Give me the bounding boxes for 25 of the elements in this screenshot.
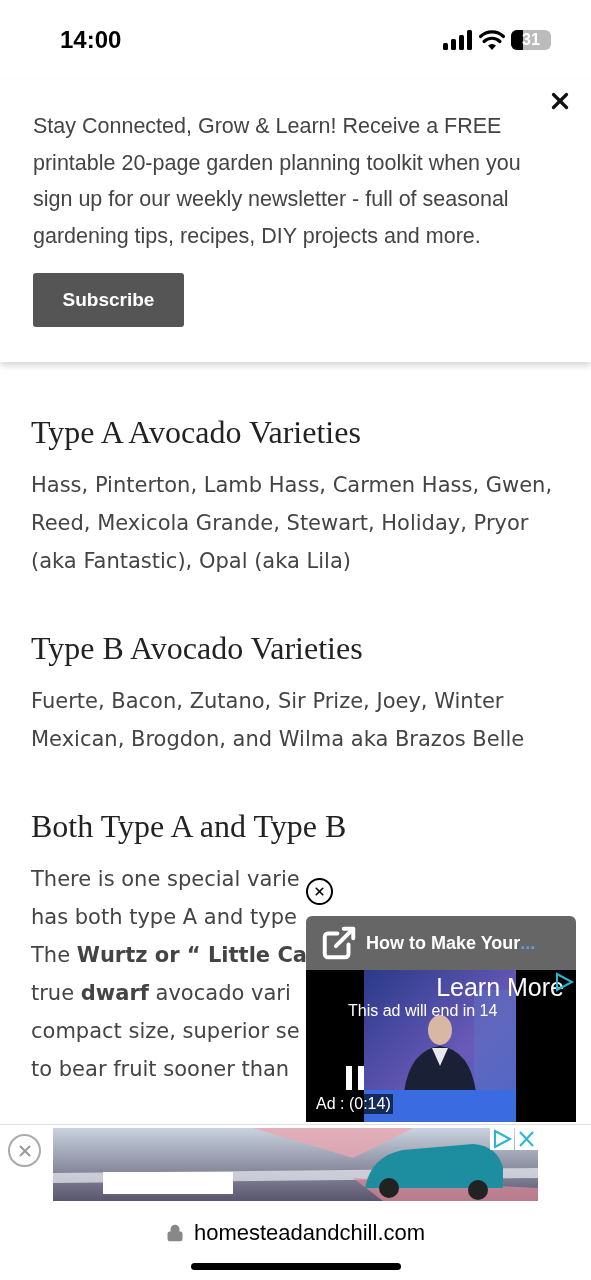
body-paragraph: Hass, Pinterton, Lamb Hass, Carmen Hass, Gwen, Reed, Mexicola Grande, Stewart, Holiday, Pryor (aka Fantastic), Opal (aka Lila) xyxy=(31,472,554,575)
paragraph-line: compact size, superior se xyxy=(31,1018,300,1045)
paragraph-line: true dwarf avocado vari xyxy=(31,980,291,1007)
paragraph-line: The Wurtz or “ Little Ca xyxy=(31,942,307,969)
section-heading: Both Type A and Type B xyxy=(31,807,348,846)
ad-timer: Ad : (0:14) xyxy=(314,1094,393,1114)
paragraph-line: has both type A and type xyxy=(31,904,297,931)
newsletter-message: Stay Connected, Grow & Learn! Receive a FREE printable 20-page garden planning toolkit when you sign up for our weekly newsletter - full of seasonal gardening tips, recipes, DIY projects and more. xyxy=(33,113,522,250)
external-link-icon xyxy=(320,924,358,962)
url-text[interactable]: homesteadandchill.com xyxy=(193,1216,426,1249)
close-button[interactable] xyxy=(306,878,333,905)
wifi-icon xyxy=(479,30,505,50)
body-paragraph: Fuerte, Bacon, Zutano, Sir Prize, Joey, Winter Mexican, Brogdon, and Wilma aka Brazos Belle xyxy=(31,688,526,753)
pause-icon[interactable] xyxy=(346,1066,366,1090)
lock-icon xyxy=(165,1223,184,1242)
close-icon xyxy=(313,885,326,898)
paragraph-line: to bear fruit sooner than xyxy=(31,1056,290,1083)
ellipsis: ... xyxy=(520,931,536,955)
section-heading: Type B Avocado Varieties xyxy=(31,629,364,668)
status-time: 14:00 xyxy=(60,25,122,55)
subscribe-button[interactable]: Subscribe xyxy=(33,273,184,327)
signal-icon xyxy=(443,30,473,50)
section-heading: Type A Avocado Varieties xyxy=(31,413,362,452)
video-ad-title[interactable]: How to Make Your xyxy=(366,929,521,957)
paragraph-line: There is one special varie xyxy=(31,866,300,893)
